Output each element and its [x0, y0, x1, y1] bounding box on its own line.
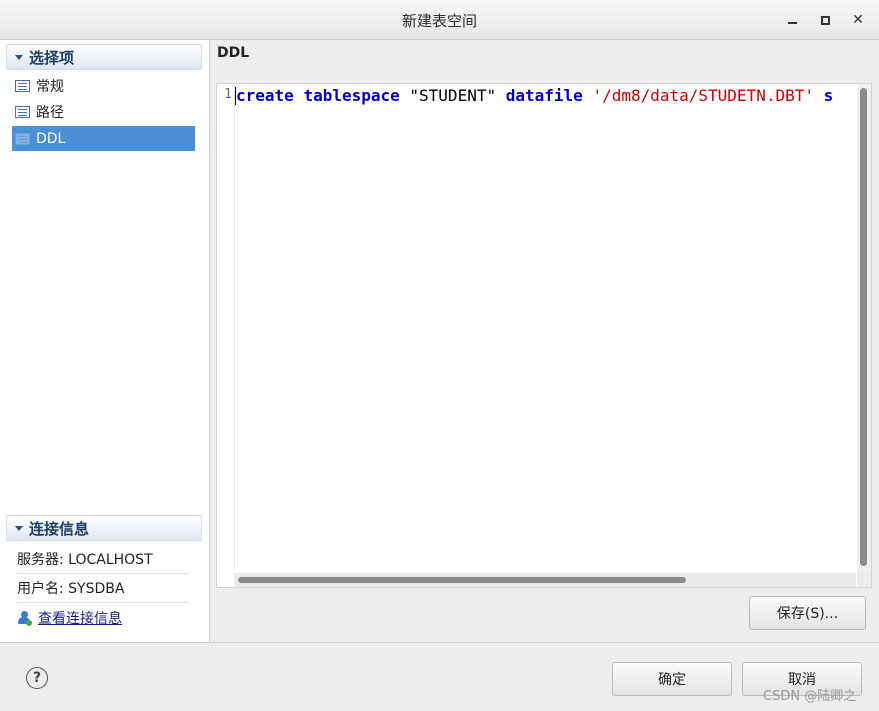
options-section-header[interactable]: 选择项 [6, 44, 202, 70]
sidebar-item-path[interactable]: 路径 [12, 99, 195, 124]
vertical-scroll-thumb[interactable] [860, 88, 867, 566]
form-icon [15, 105, 30, 118]
minimize-icon [787, 22, 797, 24]
collapse-triangle-icon [15, 525, 23, 531]
section-title: DDL [217, 45, 250, 61]
watermark: CSDN @陆卿之 [763, 689, 857, 704]
help-icon[interactable]: ? [26, 667, 48, 689]
vertical-scrollbar[interactable] [857, 84, 871, 570]
horizontal-scroll-thumb[interactable] [238, 577, 686, 583]
code-token-string: '/dm8/data/STUDETN.DBT' [592, 86, 814, 105]
sidebar-item-ddl[interactable]: DDL [12, 126, 195, 151]
user-connection-icon [17, 610, 32, 626]
code-token-keyword: tablespace [303, 86, 400, 105]
view-connection-label: 查看连接信息 [38, 611, 122, 627]
view-connection-link[interactable]: 查看连接信息 [17, 608, 122, 628]
close-icon: ✕ [852, 12, 864, 28]
maximize-icon [820, 15, 830, 25]
sidebar-item-general[interactable]: 常规 [12, 73, 195, 98]
sidebar: 选择项 常规 路径 DDL 连接信息 服务器: LOCALHOST 用户名: S… [0, 40, 210, 642]
close-button[interactable]: ✕ [848, 10, 868, 30]
code-token-keyword: create [236, 86, 294, 105]
title-bar: 新建表空间 ✕ [0, 0, 879, 40]
maximize-button[interactable] [815, 10, 835, 30]
user-info: 用户名: SYSDBA [17, 574, 189, 603]
sidebar-item-label: DDL [36, 130, 66, 147]
form-icon [15, 132, 30, 145]
server-info: 服务器: LOCALHOST [17, 545, 189, 574]
sidebar-item-label: 路径 [36, 104, 64, 121]
connection-header-label: 连接信息 [29, 519, 90, 538]
ok-button[interactable]: 确定 [612, 662, 732, 696]
line-number-gutter: 1 [217, 84, 235, 569]
form-icon [15, 79, 30, 92]
options-header-label: 选择项 [29, 48, 75, 67]
collapse-triangle-icon [15, 54, 23, 60]
code-line[interactable]: create tablespace "STUDENT" datafile '/d… [236, 86, 856, 108]
window-title: 新建表空间 [401, 12, 477, 30]
code-token-plain: "STUDENT" [399, 86, 506, 105]
line-number: 1 [224, 87, 232, 102]
connection-section-header[interactable]: 连接信息 [6, 515, 202, 541]
sidebar-item-label: 常规 [36, 78, 64, 95]
horizontal-scrollbar[interactable] [234, 573, 856, 587]
ddl-editor[interactable]: 1 create tablespace "STUDENT" datafile '… [216, 83, 872, 588]
scrollbar-corner [857, 570, 871, 587]
code-token-keyword: s [823, 86, 834, 105]
code-token-keyword: datafile [505, 86, 583, 105]
section-header: DDL [210, 40, 879, 72]
save-button[interactable]: 保存(S)... [749, 596, 866, 630]
minimize-button[interactable] [782, 10, 802, 30]
